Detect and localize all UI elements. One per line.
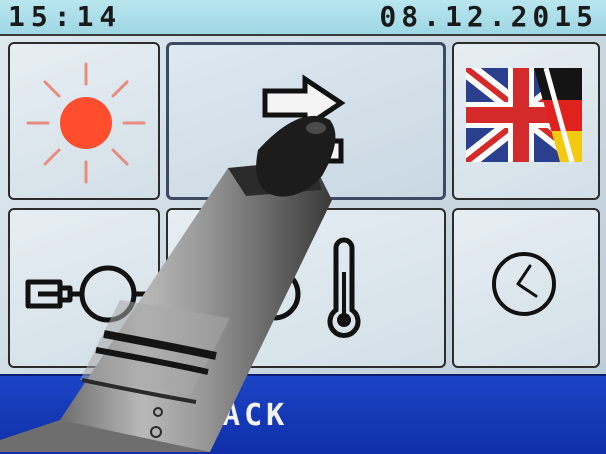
time-settings-tile[interactable] — [452, 208, 600, 368]
brightness-tile[interactable] — [8, 42, 160, 200]
sun-icon — [26, 62, 146, 184]
uk-germany-flag-icon — [466, 67, 582, 163]
device-screen: 15:14 08.12.2015 BACK — [0, 0, 606, 454]
language-tile[interactable] — [452, 42, 600, 200]
back-label: BACK — [200, 398, 289, 433]
sensor-probe-icon — [25, 265, 160, 323]
temperature-icon — [273, 237, 361, 338]
back-button[interactable]: BACK — [0, 374, 606, 454]
arrows-icon — [262, 74, 346, 176]
sensor-tile[interactable] — [8, 208, 160, 368]
clock-time: 15:14 — [8, 0, 123, 33]
transfer-tile[interactable] — [166, 42, 446, 200]
status-bar: 15:14 08.12.2015 — [0, 0, 606, 36]
current-date: 08.12.2015 — [379, 0, 598, 33]
clock-icon — [492, 252, 556, 316]
temperature-tile[interactable] — [166, 208, 446, 368]
